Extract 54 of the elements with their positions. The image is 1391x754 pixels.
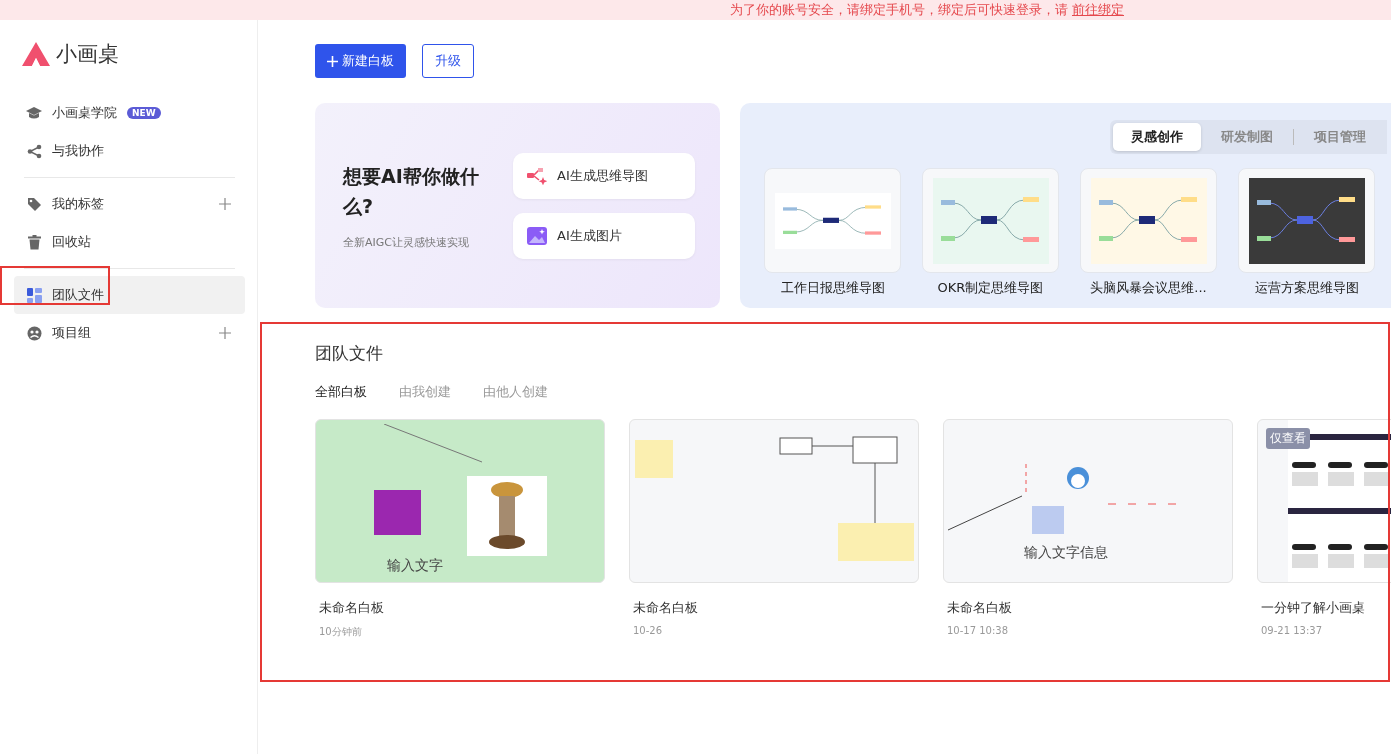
whiteboard-title: 未命名白板 bbox=[633, 599, 699, 617]
tag-icon bbox=[26, 196, 42, 212]
template-card[interactable] bbox=[1238, 168, 1375, 273]
whiteboard-time: 10-26 bbox=[633, 625, 664, 636]
new-whiteboard-button[interactable]: 新建白板 bbox=[315, 44, 406, 78]
whiteboard-preview[interactable]: 输入文字 bbox=[315, 419, 605, 583]
sidebar-label: 回收站 bbox=[52, 233, 91, 251]
template-title: OKR制定思维导图 bbox=[937, 279, 1044, 297]
grid-icon bbox=[26, 287, 42, 303]
sidebar-item[interactable]: 小画桌学院 NEW bbox=[14, 94, 245, 132]
whiteboard-title: 未命名白板 bbox=[947, 599, 1013, 617]
ai-action-button[interactable]: AI生成思维导图 bbox=[513, 152, 695, 199]
sidebar-item[interactable]: 我的标签 bbox=[14, 185, 245, 223]
mindmap-sparkle-icon bbox=[527, 166, 547, 185]
section-title: 团队文件 bbox=[315, 342, 384, 365]
sidebar-label: 小画桌学院 bbox=[52, 104, 117, 122]
view-only-badge: 仅查看 bbox=[1266, 428, 1310, 449]
filter-tab[interactable]: 全部白板 bbox=[315, 383, 367, 401]
sidebar-label: 团队文件 bbox=[52, 286, 104, 304]
ai-panel-title: 想要AI帮你做什么? bbox=[343, 163, 480, 219]
sidebar-item[interactable]: 回收站 bbox=[14, 223, 245, 261]
canvas-text: 输入文字 bbox=[387, 557, 443, 575]
plus-icon bbox=[327, 55, 338, 67]
sidebar-item[interactable]: 团队文件 bbox=[14, 276, 245, 314]
whiteboard-title: 一分钟了解小画桌 bbox=[1261, 599, 1366, 617]
whiteboard-time: 09-21 13:37 bbox=[1261, 625, 1324, 636]
sidebar-item[interactable]: 项目组 bbox=[14, 314, 245, 352]
canvas-text: 输入文字信息 bbox=[1024, 544, 1108, 562]
upgrade-button[interactable]: 升级 bbox=[422, 44, 474, 78]
add-icon[interactable] bbox=[219, 327, 231, 339]
ai-action-button[interactable]: AI生成图片 bbox=[513, 212, 695, 259]
ai-panel-subtitle: 全新AIGC让灵感快速实现 bbox=[343, 235, 470, 251]
template-tab[interactable]: 灵感创作 bbox=[1113, 123, 1201, 151]
graduation-cap-icon bbox=[26, 106, 42, 120]
new-badge: NEW bbox=[127, 107, 161, 119]
template-title: 工作日报思维导图 bbox=[780, 279, 885, 297]
trash-icon bbox=[27, 234, 41, 250]
sidebar-label: 项目组 bbox=[52, 324, 91, 342]
template-title: 头脑风暴会议思维... bbox=[1090, 279, 1207, 297]
logo-icon bbox=[22, 42, 50, 66]
template-title: 运营方案思维导图 bbox=[1254, 279, 1359, 297]
whiteboard-time: 10-17 10:38 bbox=[947, 625, 1010, 636]
whiteboard-time: 10分钟前 bbox=[319, 625, 363, 639]
notice-text: 为了你的账号安全，请绑定手机号，绑定后可快速登录，请 bbox=[730, 1, 1068, 19]
app-name: 小画桌 bbox=[56, 41, 119, 68]
sidebar-label: 与我协作 bbox=[52, 142, 104, 160]
add-icon[interactable] bbox=[219, 198, 231, 210]
whiteboard-preview[interactable] bbox=[629, 419, 919, 583]
sidebar-item[interactable]: 与我协作 bbox=[14, 132, 245, 170]
image-sparkle-icon bbox=[527, 226, 547, 245]
whiteboard-title: 未命名白板 bbox=[319, 599, 385, 617]
sidebar-label: 我的标签 bbox=[52, 195, 104, 213]
share-icon bbox=[26, 143, 42, 159]
whiteboard-preview[interactable]: 输入文字信息 bbox=[943, 419, 1233, 583]
